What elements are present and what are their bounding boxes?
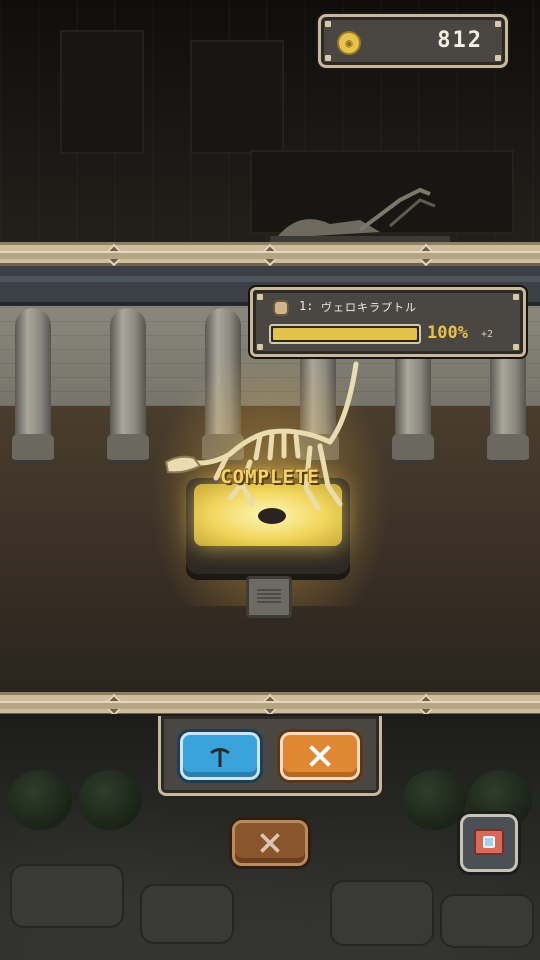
rail-ornament — [102, 243, 126, 267]
camera-icon — [474, 829, 504, 855]
coin-counter: ◉ 812 — [318, 14, 508, 68]
background-fossil-exhibit — [270, 187, 450, 244]
bush — [78, 770, 142, 830]
rivet — [513, 294, 519, 300]
dismiss-button[interactable] — [232, 820, 308, 866]
pillar — [12, 308, 54, 464]
rivet — [495, 21, 501, 27]
pickaxe-icon — [210, 748, 230, 767]
paving-stone — [140, 884, 234, 944]
bush — [8, 770, 72, 830]
fossil-index: 1: — [299, 299, 314, 313]
bush — [402, 770, 466, 830]
paving-stone — [10, 864, 124, 928]
rail-ornament — [258, 693, 282, 717]
completion-progress-bar — [269, 324, 421, 344]
close-icon — [309, 745, 331, 767]
completion-percent: 100% — [427, 323, 468, 343]
close-button[interactable] — [280, 732, 360, 780]
close-icon — [260, 833, 280, 853]
rail-ornament — [258, 243, 282, 267]
dark-window — [60, 30, 144, 154]
pedestal-plaque[interactable] — [246, 576, 292, 618]
rivet — [257, 294, 263, 300]
velociraptor-skeleton[interactable] — [160, 358, 370, 528]
coin-icon: ◉ — [337, 31, 361, 55]
paving-stone — [440, 894, 534, 948]
completion-progress-fill — [273, 328, 417, 340]
camera-button[interactable] — [460, 814, 518, 872]
coin-amount: 812 — [437, 28, 483, 53]
rail-ornament — [102, 693, 126, 717]
rivet — [325, 55, 331, 61]
rail-ornament — [414, 693, 438, 717]
rivet — [495, 55, 501, 61]
camera-lens — [483, 836, 495, 848]
rivet — [325, 21, 331, 27]
complete-label: COMPLETE — [220, 466, 320, 488]
pickaxe-button[interactable] — [180, 732, 260, 780]
paving-stone — [330, 880, 434, 946]
pillar — [107, 308, 149, 464]
rivet — [257, 344, 263, 350]
fossil-info-panel: 1: ヴェロキラプトル 100% +2 — [250, 287, 526, 357]
fossil-name: ヴェロキラプトル — [321, 301, 417, 314]
dark-window — [190, 40, 284, 154]
fossil-icon — [273, 300, 289, 316]
rail-ornament — [414, 243, 438, 267]
frame-rail-top — [0, 242, 540, 267]
frame-rail-bottom — [0, 692, 540, 717]
completion-bonus: +2 — [481, 329, 494, 340]
rivet — [513, 344, 519, 350]
